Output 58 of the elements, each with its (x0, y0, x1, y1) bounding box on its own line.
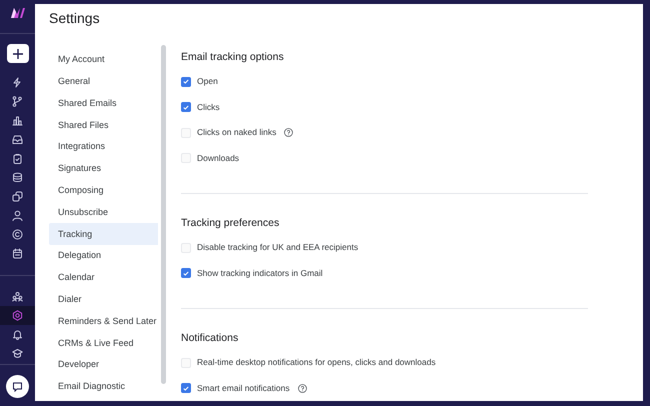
checkbox[interactable] (181, 102, 191, 112)
clipboard-icon[interactable] (12, 153, 23, 164)
settings-menu-item[interactable]: Shared Emails (49, 92, 158, 114)
check-icon (183, 270, 189, 276)
settings-menu-item[interactable]: Unsubscribe (49, 202, 158, 224)
settings-menu-item[interactable]: Tracking (49, 223, 158, 246)
plus-icon (12, 48, 22, 58)
settings-menu-item[interactable]: General (49, 70, 158, 93)
chat-icon (12, 382, 23, 392)
check-icon (183, 79, 189, 84)
settings-menu-item[interactable]: Email Diagnostic (49, 376, 158, 398)
copy-icon[interactable] (12, 191, 23, 202)
inbox-icon[interactable] (12, 134, 23, 145)
settings-menu-item[interactable]: Developer (49, 354, 158, 376)
settings-menu-item[interactable]: Signatures (49, 158, 158, 180)
copyright-icon[interactable] (12, 229, 23, 240)
checkbox[interactable] (181, 268, 191, 278)
new-button[interactable] (6, 44, 28, 63)
settings-icon[interactable] (12, 310, 23, 321)
option-label: Disable tracking for UK and EEA recipients (197, 241, 358, 254)
stack-icon[interactable] (12, 172, 23, 183)
check-icon (183, 104, 189, 110)
settings-menu-item[interactable]: CRMs & Live Feed (49, 332, 158, 354)
settings-menu-item[interactable]: Dialer (49, 288, 158, 311)
bar-chart-icon[interactable] (12, 115, 23, 126)
settings-menu-item[interactable]: Integrations (49, 136, 158, 158)
scrollbar[interactable] (161, 45, 166, 384)
help-icon[interactable] (298, 384, 307, 393)
calendar-icon[interactable] (12, 248, 23, 259)
checkbox[interactable] (181, 383, 191, 394)
settings-menu-item[interactable]: Delegation (49, 245, 158, 267)
chat-button[interactable] (6, 375, 29, 398)
graduation-cap-icon[interactable] (12, 348, 23, 359)
settings-menu-item[interactable]: Shared Files (49, 114, 158, 136)
option-label: Downloads (197, 152, 240, 165)
page-title: Settings (49, 10, 101, 26)
people-icon[interactable] (12, 291, 23, 302)
option-label: Show tracking indicators in Gmail (197, 266, 323, 280)
section-heading: Notifications (181, 331, 240, 346)
settings-menu-item[interactable]: My Account (49, 49, 158, 71)
section-heading: Email tracking options (181, 50, 285, 65)
logo-icon[interactable] (10, 8, 24, 18)
person-icon[interactable] (12, 210, 23, 221)
option-label: Clicks (197, 100, 220, 114)
option-label: Clicks on naked links (197, 126, 276, 140)
bolt-icon[interactable] (12, 77, 23, 88)
help-icon[interactable] (284, 128, 294, 138)
check-icon (183, 386, 189, 391)
settings-menu-item[interactable]: Calendar (49, 266, 158, 289)
settings-menu-item[interactable]: Reminders & Send Later (49, 310, 158, 332)
branch-icon[interactable] (12, 96, 23, 107)
bell-icon[interactable] (12, 329, 23, 340)
checkbox[interactable] (181, 76, 191, 87)
section-heading: Tracking preferences (181, 216, 280, 231)
settings-menu-item[interactable]: Composing (49, 180, 158, 202)
option-label: Real-time desktop notifications for opens, clicks and downloads (197, 356, 436, 370)
option-label: Smart email notifications (197, 382, 290, 395)
option-label: Open (197, 75, 218, 88)
